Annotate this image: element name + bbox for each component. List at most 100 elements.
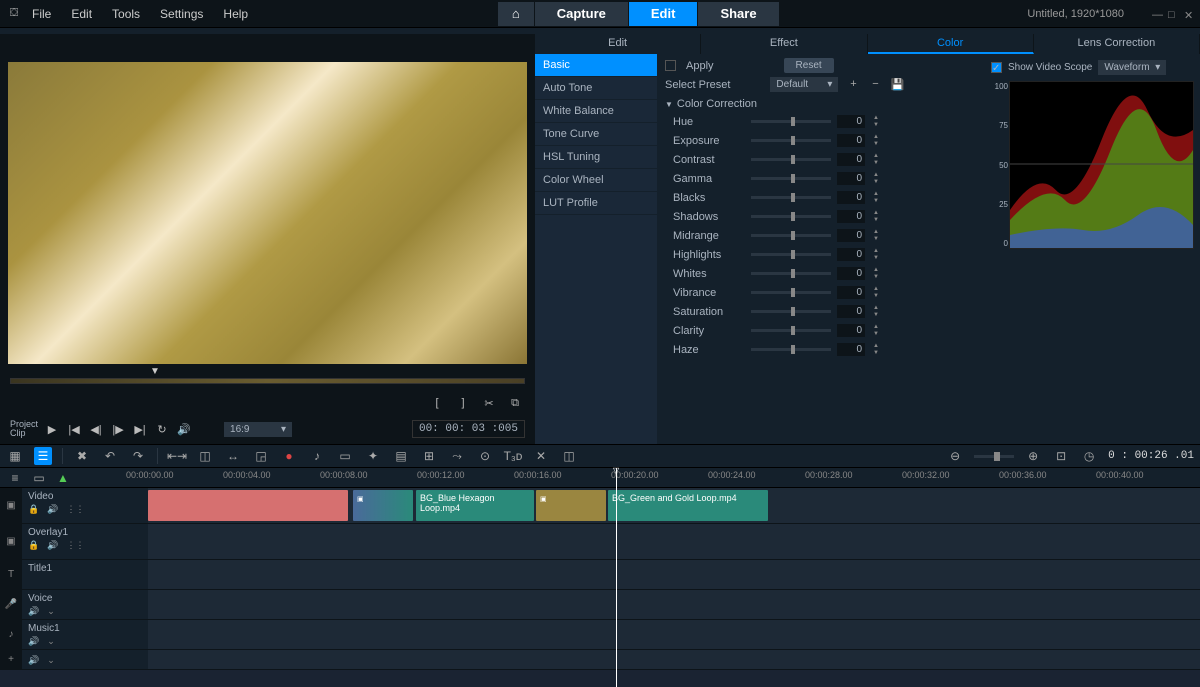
param-slider[interactable]	[751, 291, 831, 294]
scrub-marker-icon[interactable]: ▼	[150, 366, 160, 377]
scope-type-select[interactable]: Waveform▾	[1098, 60, 1166, 75]
loop-button[interactable]: ↻	[154, 421, 170, 437]
track-body[interactable]	[148, 590, 1200, 619]
props-tab-effect[interactable]: Effect	[701, 34, 867, 54]
scope-checkbox[interactable]: ✓	[991, 62, 1002, 73]
split-icon[interactable]: ✂	[481, 395, 497, 411]
spin-up-icon[interactable]: ▲	[871, 248, 881, 255]
spin-down-icon[interactable]: ▼	[871, 274, 881, 281]
spin-up-icon[interactable]: ▲	[871, 115, 881, 122]
volume-button[interactable]: 🔊	[176, 421, 192, 437]
tl-undo-icon[interactable]: ↶	[101, 447, 119, 465]
param-value[interactable]: 0	[837, 248, 865, 261]
props-tab-lens[interactable]: Lens Correction	[1034, 34, 1200, 54]
preview-viewport[interactable]	[8, 62, 527, 364]
preset-remove-icon[interactable]: −	[868, 78, 882, 92]
spin-up-icon[interactable]: ▲	[871, 153, 881, 160]
side-color-wheel[interactable]: Color Wheel	[535, 169, 657, 192]
snapshot-icon[interactable]: ⧉	[507, 395, 523, 411]
tab-share[interactable]: Share	[698, 2, 779, 26]
apply-checkbox[interactable]	[665, 60, 676, 71]
tl-mixer-icon[interactable]: ♪	[308, 447, 326, 465]
tl-redo-icon[interactable]: ↷	[129, 447, 147, 465]
prev-frame-button[interactable]: ◀|	[88, 421, 104, 437]
minimize-icon[interactable]: —	[1152, 9, 1162, 19]
close-icon[interactable]: ✕	[1184, 9, 1194, 19]
tl-track-motion-icon[interactable]: ⊙	[476, 447, 494, 465]
spin-down-icon[interactable]: ▼	[871, 331, 881, 338]
preview-scrubber[interactable]	[10, 378, 525, 384]
clip[interactable]: BG_Blue Hexagon Loop.mp4	[416, 490, 534, 521]
side-tone-curve[interactable]: Tone Curve	[535, 123, 657, 146]
tl-timeline-icon[interactable]: ☰	[34, 447, 52, 465]
zoom-slider[interactable]	[974, 455, 1014, 458]
track-body[interactable]	[148, 620, 1200, 649]
track-mute-icon[interactable]: 🔊	[28, 636, 39, 647]
spin-up-icon[interactable]: ▲	[871, 191, 881, 198]
param-slider[interactable]	[751, 215, 831, 218]
spin-up-icon[interactable]: ▲	[871, 229, 881, 236]
side-white-balance[interactable]: White Balance	[535, 100, 657, 123]
tl-crop-icon[interactable]: ◫	[196, 447, 214, 465]
tl-slip-icon[interactable]: ⇤⇥	[168, 447, 186, 465]
track-list-icon[interactable]: ≡	[6, 469, 24, 487]
track-mute-icon[interactable]: 🔊	[47, 540, 58, 551]
param-slider[interactable]	[751, 139, 831, 142]
spin-down-icon[interactable]: ▼	[871, 141, 881, 148]
tl-3d-icon[interactable]: T₃ᴅ	[504, 447, 522, 465]
param-slider[interactable]	[751, 234, 831, 237]
preset-select[interactable]: Default▾	[770, 77, 838, 92]
tab-edit[interactable]: Edit	[629, 2, 699, 26]
preset-save-icon[interactable]: 💾	[890, 78, 904, 92]
spin-down-icon[interactable]: ▼	[871, 179, 881, 186]
side-basic[interactable]: Basic	[535, 54, 657, 77]
clip[interactable]: ▣	[536, 490, 606, 521]
param-value[interactable]: 0	[837, 343, 865, 356]
tl-subtitle-icon[interactable]: ▤	[392, 447, 410, 465]
spin-up-icon[interactable]: ▲	[871, 324, 881, 331]
spin-up-icon[interactable]: ▲	[871, 134, 881, 141]
timeline-ruler[interactable]: ▽ 00:00:00.0000:00:04.0000:00:08.0000:00…	[126, 468, 1200, 487]
playhead-marker-icon[interactable]: ▽	[613, 466, 619, 475]
track-body[interactable]	[148, 650, 1200, 669]
spin-up-icon[interactable]: ▲	[871, 343, 881, 350]
param-slider[interactable]	[751, 158, 831, 161]
fit-icon[interactable]: ⊡	[1052, 447, 1070, 465]
param-value[interactable]: 0	[837, 324, 865, 337]
param-slider[interactable]	[751, 329, 831, 332]
param-value[interactable]: 0	[837, 229, 865, 242]
tl-record-icon[interactable]: ●	[280, 447, 298, 465]
play-button[interactable]: ▶	[44, 421, 60, 437]
track-hide-icon[interactable]: ⋮⋮	[66, 540, 84, 551]
param-value[interactable]: 0	[837, 267, 865, 280]
track-title-icon[interactable]: T	[0, 560, 22, 589]
tl-grid-icon[interactable]: ⊞	[420, 447, 438, 465]
tab-capture[interactable]: Capture	[535, 2, 629, 26]
param-value[interactable]: 0	[837, 210, 865, 223]
param-value[interactable]: 0	[837, 286, 865, 299]
reset-button[interactable]: Reset	[784, 58, 834, 73]
spin-up-icon[interactable]: ▲	[871, 210, 881, 217]
menu-tools[interactable]: Tools	[102, 1, 150, 27]
track-music-icon[interactable]: ♪	[0, 620, 22, 649]
clip[interactable]	[148, 490, 348, 521]
menu-edit[interactable]: Edit	[61, 1, 102, 27]
preset-add-icon[interactable]: +	[846, 78, 860, 92]
menu-file[interactable]: File	[22, 1, 61, 27]
spin-down-icon[interactable]: ▼	[871, 160, 881, 167]
menu-help[interactable]: Help	[213, 1, 258, 27]
track-add-icon[interactable]: +	[0, 650, 22, 669]
spin-down-icon[interactable]: ▼	[871, 293, 881, 300]
track-mute-icon[interactable]: 🔊	[28, 606, 39, 617]
goto-start-button[interactable]: |◀	[66, 421, 82, 437]
spin-down-icon[interactable]: ▼	[871, 198, 881, 205]
track-lock-icon[interactable]: 🔒	[28, 540, 39, 551]
param-slider[interactable]	[751, 120, 831, 123]
mode-clip-label[interactable]: Clip	[10, 429, 38, 438]
side-hsl-tuning[interactable]: HSL Tuning	[535, 146, 657, 169]
param-value[interactable]: 0	[837, 191, 865, 204]
tl-tools-icon[interactable]: ✖	[73, 447, 91, 465]
spin-down-icon[interactable]: ▼	[871, 255, 881, 262]
param-value[interactable]: 0	[837, 134, 865, 147]
param-value[interactable]: 0	[837, 115, 865, 128]
